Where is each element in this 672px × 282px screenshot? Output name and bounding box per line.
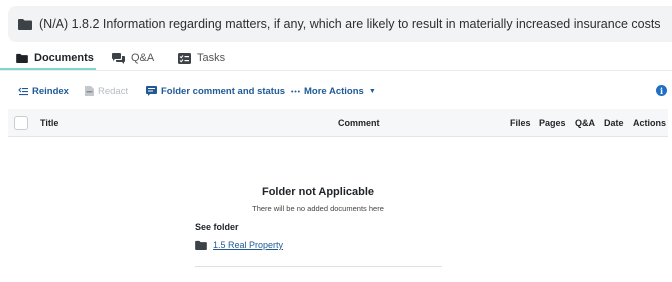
reindex-button[interactable]: Reindex <box>18 82 69 100</box>
more-dots-icon <box>291 90 300 93</box>
folder-icon <box>195 240 207 250</box>
redact-label: Redact <box>98 85 129 97</box>
column-title[interactable]: Title <box>40 109 58 137</box>
column-date[interactable]: Date <box>604 109 624 137</box>
empty-state-title: Folder not Applicable <box>261 186 375 198</box>
folder-icon <box>18 18 32 30</box>
more-actions-label: More Actions <box>304 85 364 97</box>
column-actions[interactable]: Actions <box>633 109 666 137</box>
tab-qa[interactable]: Q&A <box>112 44 154 72</box>
select-all-checkbox[interactable] <box>14 116 28 130</box>
column-files[interactable]: Files <box>510 109 531 137</box>
divider <box>195 266 442 267</box>
linked-folder-link[interactable]: 1.5 Real Property <box>213 240 283 250</box>
tabs-divider <box>0 70 672 71</box>
tab-tasks-label: Tasks <box>197 52 226 64</box>
folder-comment-status-button[interactable]: Folder comment and status <box>146 82 285 100</box>
tab-tasks[interactable]: Tasks <box>178 44 225 72</box>
table-header: Title Comment Files Pages Q&A Date Actio… <box>8 109 668 137</box>
linked-folder-row[interactable]: 1.5 Real Property <box>195 238 283 252</box>
see-folder-label: See folder <box>195 222 239 232</box>
chevron-down-icon: ▼ <box>368 87 376 95</box>
reindex-icon <box>18 87 28 96</box>
tab-documents-label: Documents <box>34 52 94 64</box>
tab-qa-label: Q&A <box>131 52 155 64</box>
empty-state-subtitle: There will be no added documents here <box>252 204 384 213</box>
folder-icon <box>16 53 28 63</box>
info-icon[interactable]: i <box>656 85 667 96</box>
folder-title-bar: (N/A) 1.8.2 Information regarding matter… <box>8 6 672 42</box>
column-comment[interactable]: Comment <box>338 109 380 137</box>
folder-comment-icon <box>146 86 157 96</box>
folder-title: (N/A) 1.8.2 Information regarding matter… <box>39 17 661 31</box>
redact-button[interactable]: Redact <box>85 82 128 100</box>
folder-comment-label: Folder comment and status <box>161 85 286 97</box>
chat-icon <box>112 52 125 64</box>
column-qa[interactable]: Q&A <box>575 109 595 137</box>
column-pages[interactable]: Pages <box>539 109 566 137</box>
tab-bar: Documents Q&A Tasks <box>0 44 672 72</box>
tasks-icon <box>178 52 191 64</box>
redact-icon <box>85 86 94 96</box>
reindex-label: Reindex <box>32 85 69 97</box>
more-actions-dropdown[interactable]: More Actions ▼ <box>291 82 376 100</box>
toolbar: Reindex Redact Folder comment and status… <box>0 82 672 100</box>
